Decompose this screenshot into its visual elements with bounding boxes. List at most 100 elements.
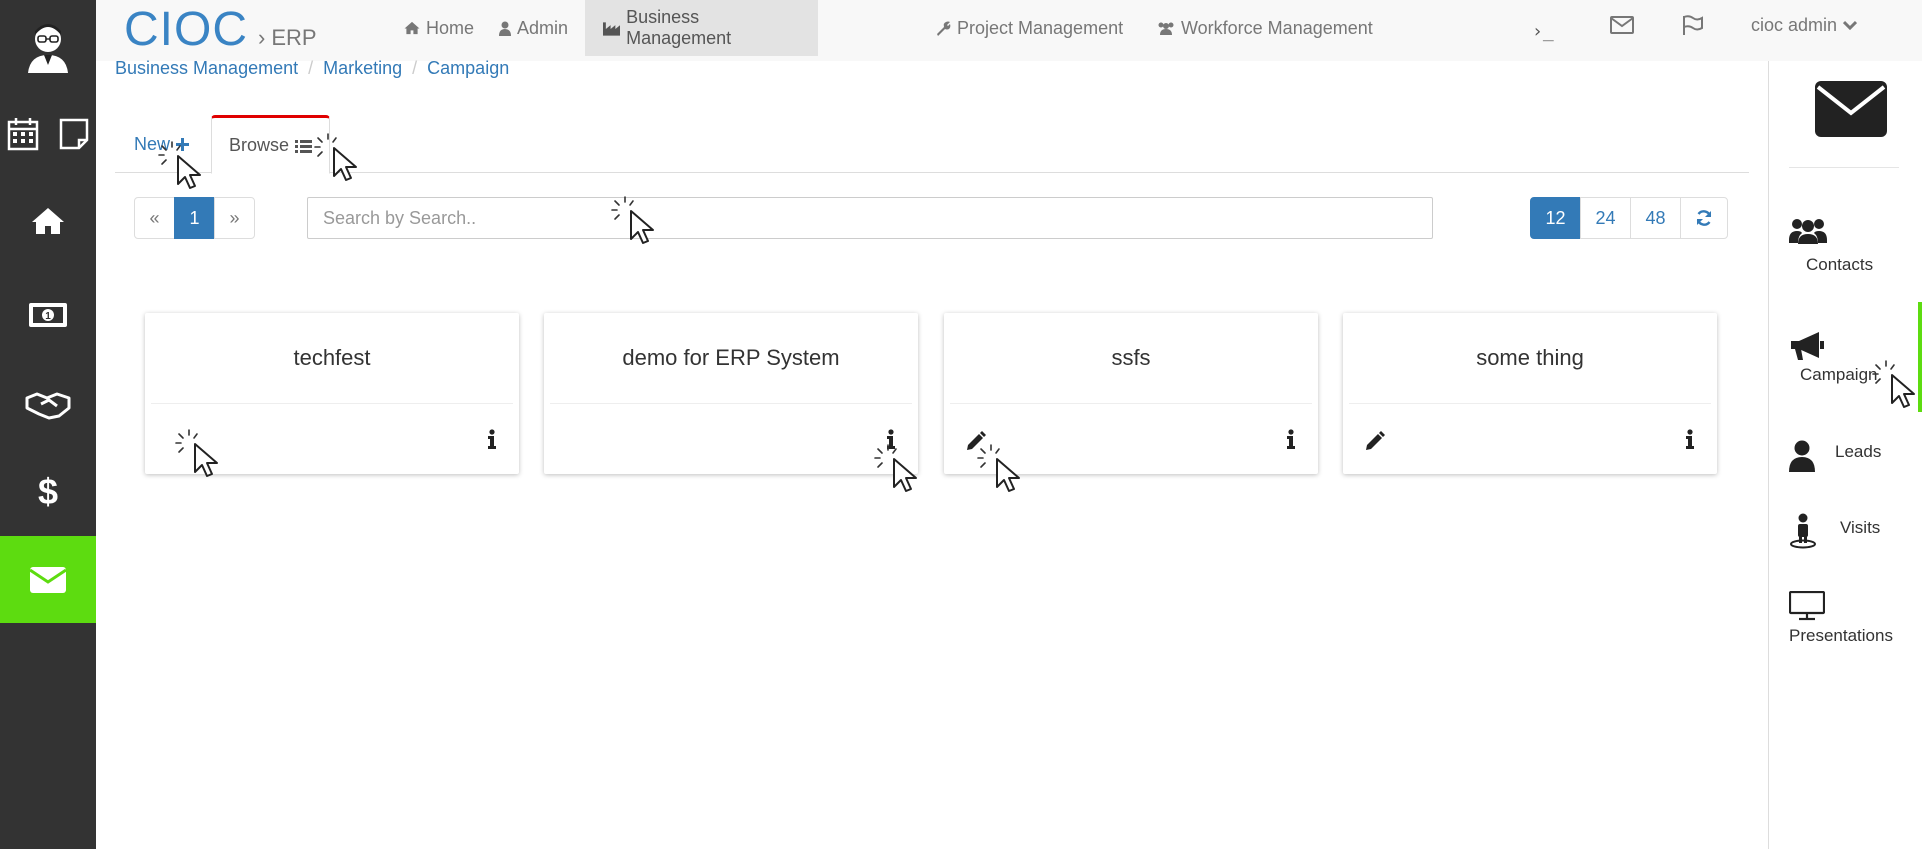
campaign-card-title: some thing — [1476, 345, 1584, 370]
breadcrumb: Business Management / Marketing / Campai… — [115, 58, 509, 79]
user-icon — [1789, 440, 1815, 472]
breadcrumb-campaign[interactable]: Campaign — [427, 58, 509, 79]
nav-project-management-label: Project Management — [957, 17, 1124, 38]
nav-admin[interactable]: Admin — [481, 0, 586, 56]
right-item-campaign-label: Campaign — [1800, 365, 1878, 384]
campaign-card-title: techfest — [293, 345, 371, 370]
campaign-card-title: demo for ERP System — [622, 345, 840, 370]
home-icon — [32, 208, 64, 234]
notifications-button[interactable] — [1682, 0, 1704, 50]
envelope-icon — [29, 566, 67, 593]
tab-new[interactable]: New — [134, 115, 190, 173]
active-indicator — [1918, 302, 1922, 412]
right-item-presentations[interactable]: Presentations — [1769, 591, 1922, 651]
plus-icon — [176, 137, 190, 151]
right-item-campaign[interactable]: Campaign — [1769, 331, 1922, 391]
tab-new-label: New — [134, 133, 171, 154]
nav-business-management[interactable]: Business Management — [585, 0, 818, 56]
dollar-icon: $ — [38, 472, 58, 510]
user-icon — [499, 21, 511, 36]
sticky-note-icon[interactable] — [59, 118, 89, 150]
right-item-leads-label: Leads — [1835, 442, 1882, 461]
brand-separator: › — [258, 25, 266, 50]
top-navbar: CIOC › ERP Home Admin Business Managemen… — [96, 0, 1922, 61]
nav-home[interactable]: Home — [386, 0, 492, 56]
right-item-contacts-label: Contacts — [1806, 255, 1874, 274]
nav-admin-label: Admin — [517, 17, 569, 38]
users-icon — [1789, 219, 1827, 244]
info-icon[interactable] — [886, 429, 896, 449]
sidebar-dollar[interactable]: $ — [0, 468, 96, 514]
campaign-card[interactable]: demo for ERP System — [544, 313, 918, 474]
breadcrumb-separator: / — [412, 58, 418, 78]
list-icon — [295, 139, 313, 153]
left-sidebar: 1 $ — [0, 0, 96, 849]
nav-home-label: Home — [426, 17, 475, 38]
right-panel: Contacts Campaign Leads Visits Presentat… — [1768, 61, 1922, 849]
street-view-icon — [1790, 513, 1816, 549]
avatar-icon — [28, 24, 68, 73]
brand-name: CIOC — [124, 3, 248, 56]
terminal-button[interactable]: ›_ — [1532, 6, 1554, 56]
card-divider — [1349, 403, 1711, 404]
breadcrumb-business-management[interactable]: Business Management — [115, 58, 298, 79]
messages-button[interactable] — [1610, 0, 1634, 50]
pencil-icon[interactable] — [1365, 431, 1385, 451]
user-menu[interactable]: cioc admin — [1751, 0, 1858, 50]
campaign-card[interactable]: some thing — [1343, 313, 1717, 474]
industry-icon — [603, 21, 621, 36]
tab-browse-label: Browse — [228, 135, 290, 155]
refresh-button[interactable] — [1680, 197, 1728, 239]
campaign-card[interactable]: ssfs — [944, 313, 1318, 474]
page-size-option[interactable]: 24 — [1580, 197, 1631, 239]
sidebar-marketing[interactable] — [0, 536, 96, 623]
wrench-icon — [937, 21, 951, 36]
brand-sub: ERP — [271, 25, 317, 50]
info-icon[interactable] — [1286, 429, 1296, 449]
money-icon: 1 — [29, 303, 67, 327]
pencil-icon[interactable] — [966, 431, 986, 451]
tab-bar: New Browse — [115, 115, 1749, 174]
users-icon — [1158, 22, 1174, 35]
calendar-icon[interactable] — [7, 117, 39, 151]
sidebar-home[interactable] — [0, 198, 96, 244]
pagination-prev[interactable]: « — [134, 197, 175, 239]
right-item-leads[interactable]: Leads — [1769, 440, 1922, 490]
tab-browse[interactable]: Browse — [211, 115, 330, 174]
nav-workforce-management[interactable]: Workforce Management — [1139, 0, 1391, 56]
user-menu-label: cioc admin — [1751, 14, 1838, 35]
terminal-icon: ›_ — [1532, 20, 1554, 42]
card-divider — [950, 403, 1312, 404]
right-panel-divider — [1789, 167, 1899, 168]
bullhorn-icon — [1791, 332, 1824, 360]
page-size-selector: 12 24 48 — [1530, 197, 1728, 239]
breadcrumb-separator: / — [308, 58, 314, 78]
desktop-icon — [1789, 591, 1825, 621]
brand[interactable]: CIOC › ERP — [124, 2, 317, 58]
campaign-card[interactable]: techfest — [145, 313, 519, 474]
search-input[interactable] — [307, 197, 1433, 239]
nav-project-management[interactable]: Project Management — [918, 0, 1141, 56]
handshake-icon — [25, 392, 71, 420]
page-size-option[interactable]: 12 — [1530, 197, 1581, 239]
page-size-option[interactable]: 48 — [1630, 197, 1681, 239]
home-icon — [404, 21, 420, 35]
nav-workforce-management-label: Workforce Management — [1181, 17, 1373, 38]
avatar[interactable] — [0, 14, 96, 78]
envelope-outline-icon — [1610, 16, 1634, 34]
chevron-down-icon — [1843, 20, 1858, 30]
pagination: « 1 » — [134, 197, 255, 239]
envelope-icon — [1815, 81, 1887, 137]
info-icon[interactable] — [487, 429, 497, 449]
right-item-presentations-label: Presentations — [1789, 626, 1893, 645]
right-item-visits[interactable]: Visits — [1769, 513, 1922, 563]
sidebar-handshake[interactable] — [0, 382, 96, 428]
right-item-visits-label: Visits — [1840, 518, 1881, 537]
right-item-contacts[interactable]: Contacts — [1769, 216, 1922, 276]
pagination-next[interactable]: » — [214, 197, 255, 239]
pagination-page[interactable]: 1 — [174, 197, 215, 239]
card-divider — [151, 403, 513, 404]
sidebar-money[interactable]: 1 — [0, 292, 96, 338]
breadcrumb-marketing[interactable]: Marketing — [323, 58, 402, 79]
info-icon[interactable] — [1685, 429, 1695, 449]
